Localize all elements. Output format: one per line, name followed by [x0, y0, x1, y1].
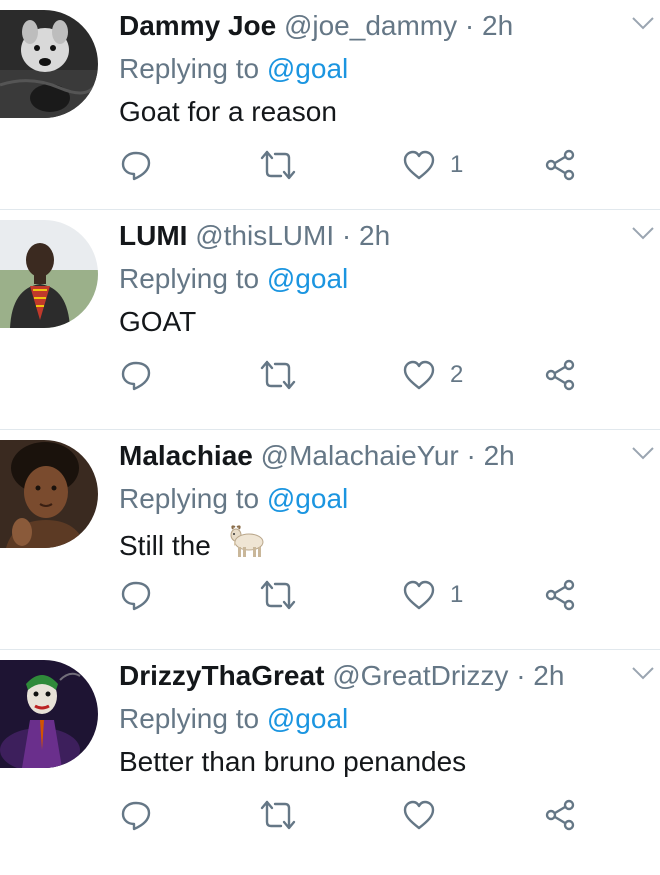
retweet-icon	[260, 150, 296, 180]
tweet-actions	[119, 795, 589, 835]
tweet-text-content: Still the	[119, 530, 211, 561]
chevron-down-icon[interactable]	[630, 440, 656, 466]
replying-to-label: Replying to	[119, 53, 260, 84]
replying-to: Replying to @goal	[119, 702, 348, 736]
share-button[interactable]	[544, 575, 578, 615]
timestamp[interactable]: · 2h	[467, 440, 515, 471]
retweet-button[interactable]	[259, 795, 297, 835]
replying-to-label: Replying to	[119, 703, 260, 734]
timestamp[interactable]: · 2h	[516, 660, 564, 691]
tweet-actions: 1	[119, 575, 589, 615]
goat-emoji-icon	[230, 525, 264, 557]
heart-icon	[403, 150, 435, 180]
like-button[interactable]: 2	[402, 355, 463, 395]
chevron-down-icon[interactable]	[630, 220, 656, 246]
mention-link[interactable]: @goal	[267, 483, 348, 514]
share-icon	[545, 799, 575, 831]
like-count: 1	[450, 151, 464, 178]
share-button[interactable]	[544, 795, 578, 835]
display-name[interactable]: Dammy Joe	[119, 10, 276, 41]
tweet[interactable]: LUMI @thisLUMI · 2h Replying to @goal GO…	[0, 210, 660, 430]
retweet-icon	[260, 580, 296, 610]
tweet[interactable]: Dammy Joe @joe_dammy · 2h Replying to @g…	[0, 0, 660, 210]
avatar[interactable]	[0, 10, 98, 118]
chevron-down-icon[interactable]	[630, 10, 656, 36]
replying-to: Replying to @goal	[119, 52, 348, 86]
like-button[interactable]: 1	[402, 575, 463, 615]
share-icon	[545, 359, 575, 391]
timestamp[interactable]: · 2h	[465, 10, 513, 41]
retweet-button[interactable]	[259, 355, 297, 395]
user-handle[interactable]: @joe_dammy	[284, 10, 457, 41]
share-button[interactable]	[544, 145, 578, 185]
reply-icon	[121, 581, 151, 611]
tweet-header: DrizzyThaGreat @GreatDrizzy · 2h	[119, 658, 630, 694]
heart-icon	[403, 800, 435, 830]
avatar[interactable]	[0, 220, 98, 328]
retweet-button[interactable]	[259, 575, 297, 615]
reply-icon	[121, 361, 151, 391]
tweet-actions: 2	[119, 355, 589, 395]
retweet-icon	[260, 360, 296, 390]
like-count: 1	[450, 581, 464, 608]
reply-icon	[121, 801, 151, 831]
avatar[interactable]	[0, 440, 98, 548]
replying-to: Replying to @goal	[119, 262, 348, 296]
like-count: 2	[450, 361, 464, 388]
heart-icon	[403, 580, 435, 610]
mention-link[interactable]: @goal	[267, 53, 348, 84]
tweet-text: Better than bruno penandes	[119, 746, 467, 777]
tweet-actions: 1	[119, 145, 589, 185]
timestamp[interactable]: · 2h	[342, 220, 390, 251]
avatar[interactable]	[0, 660, 98, 768]
user-handle[interactable]: @MalachaieYur	[261, 440, 459, 471]
user-handle[interactable]: @GreatDrizzy	[332, 660, 508, 691]
reply-button[interactable]	[119, 795, 153, 835]
share-button[interactable]	[544, 355, 578, 395]
reply-button[interactable]	[119, 145, 153, 185]
tweet-header: Dammy Joe @joe_dammy · 2h	[119, 8, 630, 44]
mention-link[interactable]: @goal	[267, 703, 348, 734]
tweet-header: Malachiae @MalachaieYur · 2h	[119, 438, 630, 474]
reply-button[interactable]	[119, 575, 153, 615]
tweet-text: GOAT	[119, 306, 197, 337]
tweet[interactable]: DrizzyThaGreat @GreatDrizzy · 2h Replyin…	[0, 650, 660, 875]
display-name[interactable]: Malachiae	[119, 440, 253, 471]
tweet-text: Goat for a reason	[119, 96, 337, 127]
reply-feed: Dammy Joe @joe_dammy · 2h Replying to @g…	[0, 0, 660, 875]
replying-to-label: Replying to	[119, 263, 260, 294]
mention-link[interactable]: @goal	[267, 263, 348, 294]
like-button[interactable]: 1	[402, 145, 463, 185]
share-icon	[545, 149, 575, 181]
retweet-button[interactable]	[259, 145, 297, 185]
retweet-icon	[260, 800, 296, 830]
tweet[interactable]: Malachiae @MalachaieYur · 2h Replying to…	[0, 430, 660, 650]
like-button[interactable]	[402, 795, 450, 835]
display-name[interactable]: LUMI	[119, 220, 187, 251]
replying-to-label: Replying to	[119, 483, 260, 514]
tweet-text: Still the	[119, 525, 267, 563]
reply-icon	[121, 151, 151, 181]
reply-button[interactable]	[119, 355, 153, 395]
chevron-down-icon[interactable]	[630, 660, 656, 686]
display-name[interactable]: DrizzyThaGreat	[119, 660, 324, 691]
share-icon	[545, 579, 575, 611]
replying-to: Replying to @goal	[119, 482, 348, 516]
user-handle[interactable]: @thisLUMI	[195, 220, 334, 251]
heart-icon	[403, 360, 435, 390]
tweet-header: LUMI @thisLUMI · 2h	[119, 218, 630, 254]
